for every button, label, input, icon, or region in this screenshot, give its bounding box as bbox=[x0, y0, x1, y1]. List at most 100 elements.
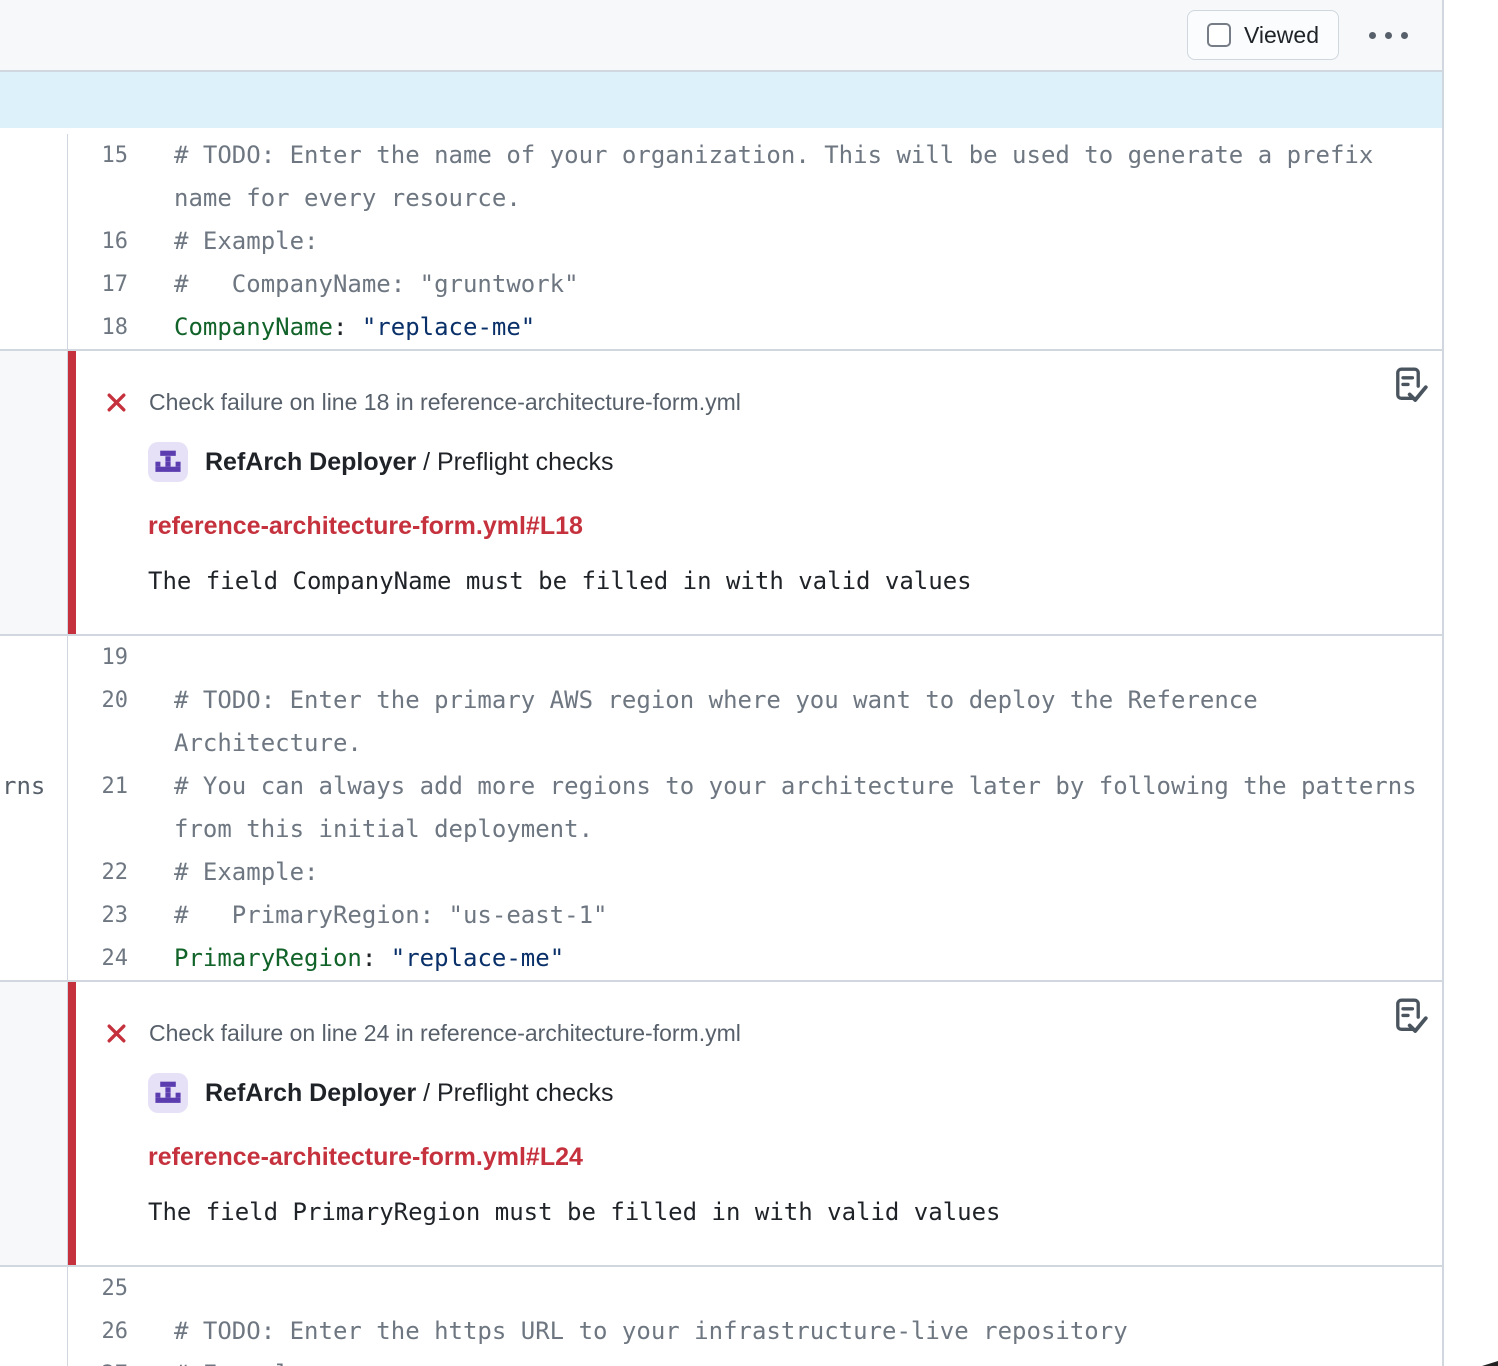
left-gutter bbox=[0, 679, 68, 722]
diff-rows: 15 # TODO: Enter the name of your organi… bbox=[0, 128, 1442, 1366]
code-line-row: 15 # TODO: Enter the name of your organi… bbox=[0, 134, 1442, 177]
code-line-content: # You can always add more regions to you… bbox=[140, 765, 1442, 808]
file-check-icon bbox=[1388, 994, 1428, 1038]
code-line-row: 24 PrimaryRegion: "replace-me" bbox=[0, 937, 1442, 980]
code-line-content: # TODO: Enter the primary AWS region whe… bbox=[140, 679, 1442, 722]
annotation-header: Check failure on line 24 in reference-ar… bbox=[105, 982, 1442, 1047]
x-failure-icon bbox=[105, 391, 128, 414]
left-gutter bbox=[0, 1353, 68, 1366]
line-number[interactable]: 24 bbox=[68, 937, 140, 980]
check-app-name: RefArch Deployer bbox=[205, 1079, 416, 1107]
annotation-action-button[interactable] bbox=[1388, 994, 1428, 1043]
left-gutter bbox=[0, 636, 68, 679]
identicon-icon bbox=[155, 1080, 181, 1106]
line-number[interactable]: 15 bbox=[68, 134, 140, 177]
left-gutter bbox=[0, 937, 68, 980]
left-gutter: rns bbox=[0, 765, 68, 808]
kebab-dot-icon bbox=[1369, 32, 1376, 39]
line-number[interactable]: 20 bbox=[68, 679, 140, 722]
code-line-row: 20 # TODO: Enter the primary AWS region … bbox=[0, 679, 1442, 722]
annotation-file-link[interactable]: reference-architecture-form.yml#L18 bbox=[148, 512, 583, 541]
diff-file-panel: Viewed 15 # TODO: Enter the name of your… bbox=[0, 0, 1444, 1366]
code-line-row: 16 # Example: bbox=[0, 220, 1442, 263]
code-line-row: 25 bbox=[0, 1267, 1442, 1310]
code-line-row: from this initial deployment. bbox=[0, 808, 1442, 851]
code-line-content: # PrimaryRegion: "us-east-1" bbox=[140, 894, 1442, 937]
code-line-content: Architecture. bbox=[140, 722, 1442, 765]
annotation-header: Check failure on line 18 in reference-ar… bbox=[105, 351, 1442, 416]
x-failure-icon bbox=[105, 1022, 128, 1045]
left-gutter bbox=[0, 351, 68, 634]
refarch-deployer-avatar bbox=[148, 442, 188, 482]
line-number[interactable]: 22 bbox=[68, 851, 140, 894]
viewed-button[interactable]: Viewed bbox=[1187, 10, 1339, 60]
code-line-row: name for every resource. bbox=[0, 177, 1442, 220]
line-number[interactable]: 17 bbox=[68, 263, 140, 306]
code-line-content: # CompanyName: "gruntwork" bbox=[140, 263, 1442, 306]
viewed-button-label: Viewed bbox=[1244, 22, 1319, 49]
line-number[interactable]: 27 bbox=[68, 1353, 140, 1366]
annotation-message: The field CompanyName must be filled in … bbox=[148, 567, 1442, 595]
kebab-dot-icon bbox=[1385, 32, 1392, 39]
check-name: / Preflight checks bbox=[416, 448, 613, 476]
code-line-content: # Example: bbox=[140, 851, 1442, 894]
line-number[interactable]: 19 bbox=[68, 636, 140, 679]
hunk-header-bar[interactable] bbox=[0, 72, 1442, 128]
kebab-dot-icon bbox=[1401, 32, 1408, 39]
left-pane-clipped-text: rns bbox=[2, 765, 45, 808]
line-number[interactable]: 26 bbox=[68, 1310, 140, 1353]
code-line-content: from this initial deployment. bbox=[140, 808, 1442, 851]
annotation-action-button[interactable] bbox=[1388, 363, 1428, 412]
viewed-checkbox-icon[interactable] bbox=[1207, 23, 1231, 47]
left-gutter bbox=[0, 134, 68, 177]
left-gutter bbox=[0, 1310, 68, 1353]
left-gutter bbox=[0, 722, 68, 765]
line-number[interactable] bbox=[68, 177, 140, 220]
line-number[interactable]: 23 bbox=[68, 894, 140, 937]
line-number[interactable]: 21 bbox=[68, 765, 140, 808]
diff-file-toolbar: Viewed bbox=[0, 0, 1442, 72]
annotation-message: The field PrimaryRegion must be filled i… bbox=[148, 1198, 1442, 1226]
code-line-content: CompanyName: "replace-me" bbox=[140, 306, 1442, 349]
identicon-icon bbox=[155, 449, 181, 475]
check-app-row: RefArch Deployer / Preflight checks bbox=[148, 442, 1442, 482]
code-line-row: 27 # Example: bbox=[0, 1353, 1442, 1366]
line-number[interactable]: 16 bbox=[68, 220, 140, 263]
left-gutter bbox=[0, 894, 68, 937]
check-annotation-content: Check failure on line 24 in reference-ar… bbox=[76, 982, 1442, 1265]
left-gutter bbox=[0, 851, 68, 894]
code-line-row: Architecture. bbox=[0, 722, 1442, 765]
code-line-content: # Example: bbox=[140, 220, 1442, 263]
code-line-content bbox=[140, 1267, 1442, 1310]
check-annotation-box: Check failure on line 18 in reference-ar… bbox=[68, 351, 1442, 634]
check-annotation-content: Check failure on line 18 in reference-ar… bbox=[76, 351, 1442, 634]
left-gutter bbox=[0, 263, 68, 306]
annotation-header-text: Check failure on line 24 in reference-ar… bbox=[149, 1020, 741, 1047]
code-line-row: 18 CompanyName: "replace-me" bbox=[0, 306, 1442, 349]
line-number[interactable]: 25 bbox=[68, 1267, 140, 1310]
check-name: / Preflight checks bbox=[416, 1079, 613, 1107]
code-line-content: # TODO: Enter the https URL to your infr… bbox=[140, 1310, 1442, 1353]
code-line-content: name for every resource. bbox=[140, 177, 1442, 220]
code-line-row: 17 # CompanyName: "gruntwork" bbox=[0, 263, 1442, 306]
check-annotation-row: Check failure on line 18 in reference-ar… bbox=[0, 349, 1442, 636]
check-annotation-row: Check failure on line 24 in reference-ar… bbox=[0, 980, 1442, 1267]
annotation-file-link[interactable]: reference-architecture-form.yml#L24 bbox=[148, 1143, 583, 1172]
code-line-content: PrimaryRegion: "replace-me" bbox=[140, 937, 1442, 980]
code-line-content bbox=[140, 636, 1442, 679]
refarch-deployer-avatar bbox=[148, 1073, 188, 1113]
line-number[interactable] bbox=[68, 722, 140, 765]
code-line-row: 26 # TODO: Enter the https URL to your i… bbox=[0, 1310, 1442, 1353]
file-options-menu-button[interactable] bbox=[1365, 22, 1412, 49]
code-line-row: 23 # PrimaryRegion: "us-east-1" bbox=[0, 894, 1442, 937]
file-check-icon bbox=[1388, 363, 1428, 407]
line-number[interactable] bbox=[68, 808, 140, 851]
mouse-cursor bbox=[1466, 1361, 1498, 1366]
code-line-content: # TODO: Enter the name of your organizat… bbox=[140, 134, 1442, 177]
code-line-row: rns 21 # You can always add more regions… bbox=[0, 765, 1442, 808]
line-number[interactable]: 18 bbox=[68, 306, 140, 349]
code-line-content: # Example: bbox=[140, 1353, 1442, 1366]
check-annotation-box: Check failure on line 24 in reference-ar… bbox=[68, 982, 1442, 1265]
check-app-name: RefArch Deployer bbox=[205, 448, 416, 476]
left-gutter bbox=[0, 220, 68, 263]
